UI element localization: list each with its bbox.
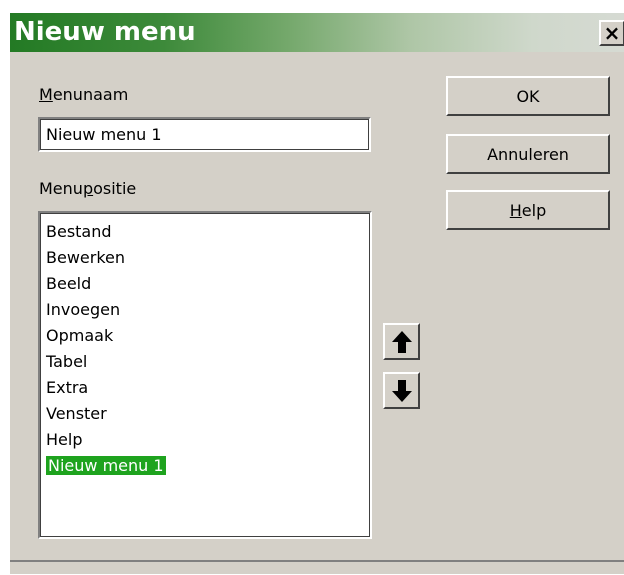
cancel-button-label: Annuleren (487, 144, 569, 164)
cancel-button[interactable]: Annuleren (446, 134, 610, 174)
list-item[interactable]: Venster (44, 401, 366, 427)
menu-position-list[interactable]: Bestand Bewerken Beeld Invoegen Opmaak Tabel E… (38, 211, 372, 539)
new-menu-dialog: Nieuw menu × Menunaam Menupositie Bestan… (9, 12, 624, 574)
list-item[interactable]: Beeld (44, 271, 366, 297)
list-item-label: Beeld (46, 274, 92, 293)
list-item[interactable]: Extra (44, 375, 366, 401)
list-item-label: Tabel (46, 352, 88, 371)
close-icon: × (603, 21, 621, 45)
menu-name-input[interactable] (38, 117, 371, 152)
move-down-button[interactable] (383, 372, 420, 409)
list-item[interactable]: Bewerken (44, 245, 366, 271)
help-button[interactable]: Help (446, 190, 610, 230)
list-item-label: Help (46, 430, 83, 449)
list-item-label: Venster (46, 404, 107, 423)
close-button[interactable]: × (599, 20, 624, 46)
menu-name-label: Menunaam (39, 85, 129, 104)
arrow-up-icon (391, 330, 412, 353)
list-item-label: Bestand (46, 222, 112, 241)
list-item[interactable]: Invoegen (44, 297, 366, 323)
list-item[interactable]: Help (44, 427, 366, 453)
list-item-label: Bewerken (46, 248, 126, 267)
help-button-label: Help (509, 200, 547, 220)
ok-button[interactable]: OK (446, 76, 610, 116)
list-item[interactable]: Opmaak (44, 323, 366, 349)
list-item-label: Extra (46, 378, 89, 397)
list-item-label: Nieuw menu 1 (46, 456, 166, 475)
list-item[interactable]: Nieuw menu 1 (44, 453, 366, 479)
ok-button-label: OK (516, 86, 540, 106)
dialog-title: Nieuw menu (14, 17, 196, 47)
title-bar[interactable]: Nieuw menu × (10, 13, 624, 52)
list-item-label: Opmaak (46, 326, 114, 345)
list-item[interactable]: Tabel (44, 349, 366, 375)
arrow-down-icon (391, 379, 412, 402)
menu-position-label: Menupositie (39, 179, 137, 198)
list-item[interactable]: Bestand (44, 219, 366, 245)
list-item-label: Invoegen (46, 300, 121, 319)
move-up-button[interactable] (383, 323, 420, 360)
